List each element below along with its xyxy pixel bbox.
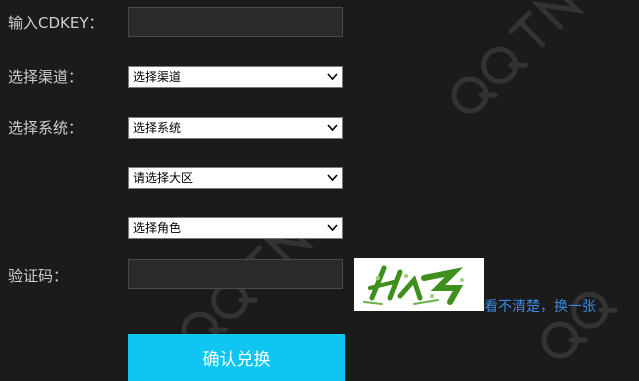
system-select-value: 选择系统 <box>133 121 182 135</box>
captcha-image[interactable] <box>354 258 484 311</box>
confirm-button[interactable]: 确认兑换 <box>128 334 345 381</box>
chevron-down-icon <box>327 224 338 232</box>
chevron-down-icon <box>327 174 338 182</box>
role-select-value: 选择角色 <box>133 221 182 235</box>
captcha-input[interactable] <box>128 259 343 289</box>
channel-select[interactable]: 选择渠道 <box>128 66 343 88</box>
captcha-graphic <box>363 265 464 305</box>
cdkey-label: 输入CDKEY： <box>8 14 104 32</box>
watermark-pattern <box>181 0 618 359</box>
refresh-captcha-link[interactable]: 看不清楚，换一张 <box>484 296 596 316</box>
region-select[interactable]: 请选择大区 <box>128 167 343 189</box>
channel-select-value: 选择渠道 <box>133 70 182 84</box>
region-select-value: 请选择大区 <box>133 171 194 185</box>
captcha-label: 验证码： <box>8 267 69 285</box>
channel-label: 选择渠道： <box>8 68 84 86</box>
system-select[interactable]: 选择系统 <box>128 117 343 139</box>
cdkey-input[interactable] <box>128 7 343 37</box>
chevron-down-icon <box>327 124 338 132</box>
system-label: 选择系统： <box>8 119 84 137</box>
chevron-down-icon <box>327 73 338 81</box>
role-select[interactable]: 选择角色 <box>128 217 343 239</box>
